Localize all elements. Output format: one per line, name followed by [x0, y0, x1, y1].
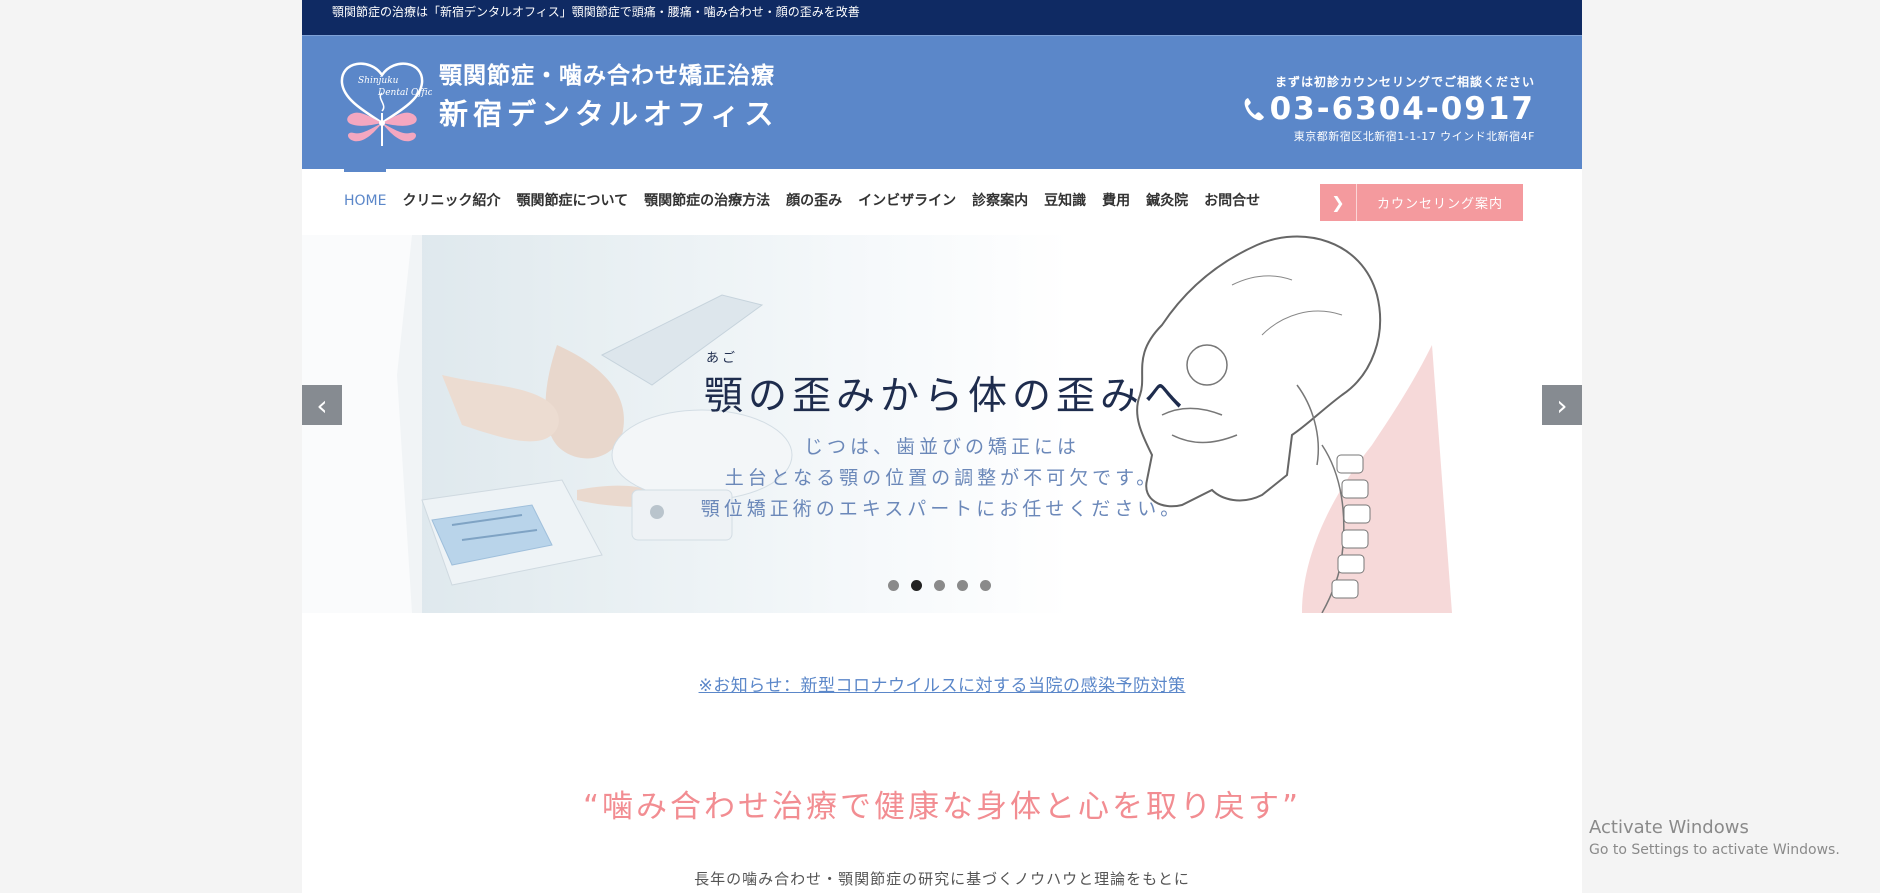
watermark-title: Activate Windows: [1589, 817, 1749, 838]
intro-line: 長年の噛み合わせ・顎関節症の研究に基づくノウハウと理論をもとに: [694, 870, 1190, 888]
main-nav: HOME クリニック紹介 顎関節症について 顎関節症の治療方法 顔の歪み インビ…: [302, 169, 1582, 233]
logo-text[interactable]: 顎関節症・噛み合わせ矯正治療 新宿デンタルオフィス: [439, 62, 778, 134]
slide-ruby: あご: [706, 351, 739, 366]
nav-item-consultation-info[interactable]: 診察案内: [972, 169, 1028, 233]
nav-item-clinic[interactable]: クリニック紹介: [402, 169, 500, 233]
intro-text: 長年の噛み合わせ・顎関節症の研究に基づくノウハウと理論をもとに: [302, 866, 1582, 892]
page: 顎関節症の治療は「新宿デンタルオフィス」顎関節症で頭痛・腰痛・噛み合わせ・顔の歪…: [302, 0, 1582, 893]
phone-number-text: 03-6304-0917: [1269, 91, 1535, 127]
slider-prev-button[interactable]: ‹: [302, 385, 342, 425]
logo-script-line2: Dental Office: [377, 88, 432, 98]
logo-heart-icon[interactable]: Shinjuku Dental Office: [332, 53, 432, 148]
windows-activation-watermark: Activate Windows Go to Settings to activ…: [1589, 817, 1840, 858]
slider-dot-4[interactable]: [957, 580, 968, 591]
hero-slider: あご 顎の歪みから体の歪みへ じつは、歯並びの矯正には 土台となる顎の位置の調整…: [302, 235, 1582, 613]
slide-title: 顎の歪みから体の歪みへ: [704, 374, 1189, 419]
contact-lead: まずは初診カウンセリングでご相談ください: [1274, 75, 1535, 89]
slide-body-line: 顎位矯正術のエキスパートにお任せください。: [700, 498, 1184, 520]
slide-body-line: じつは、歯並びの矯正には: [803, 436, 1080, 458]
chevron-left-icon: ‹: [316, 388, 328, 422]
slide-background-illustration: [302, 235, 1452, 613]
slide-body-line: 土台となる顎の位置の調整が不可欠です。: [724, 467, 1160, 489]
phone-icon: [1244, 98, 1264, 121]
slider-next-button[interactable]: ›: [1542, 385, 1582, 425]
chevron-right-icon: ›: [1556, 388, 1568, 422]
nav-item-treatment[interactable]: 顎関節症の治療方法: [644, 169, 770, 233]
phone-number[interactable]: 03-6304-0917: [1243, 90, 1535, 128]
nav-item-about-tmj[interactable]: 顎関節症について: [516, 169, 628, 233]
top-info-text: 顎関節症の治療は「新宿デンタルオフィス」顎関節症で頭痛・腰痛・噛み合わせ・顔の歪…: [332, 5, 860, 19]
nav-item-fees[interactable]: 費用: [1102, 169, 1130, 233]
nav-item-contact[interactable]: お問合せ: [1204, 169, 1260, 233]
contact-block: まずは初診カウンセリングでご相談ください 03-6304-0917 東京都新宿区…: [1243, 73, 1535, 144]
logo-title: 新宿デンタルオフィス: [439, 97, 779, 131]
nav-item-invisalign[interactable]: インビザライン: [858, 169, 956, 233]
nav-item-acupuncture[interactable]: 鍼灸院: [1146, 169, 1188, 233]
top-info-bar: 顎関節症の治療は「新宿デンタルオフィス」顎関節症で頭痛・腰痛・噛み合わせ・顔の歪…: [302, 0, 1582, 35]
logo-subtitle: 顎関節症・噛み合わせ矯正治療: [439, 63, 775, 89]
address: 東京都新宿区北新宿1-1-17 ウインド北新宿4F: [1293, 130, 1535, 143]
counseling-button[interactable]: ❯ カウンセリング案内: [1320, 184, 1523, 221]
notice: ※お知らせ：新型コロナウイルスに対する当院の感染予防対策: [302, 671, 1582, 696]
chevron-right-icon: ❯: [1320, 184, 1357, 221]
nav-item-tips[interactable]: 豆知識: [1044, 169, 1086, 233]
slider-dot-5[interactable]: [980, 580, 991, 591]
slider-dot-1[interactable]: [888, 580, 899, 591]
nav-item-home[interactable]: HOME: [344, 169, 387, 233]
site-header: Shinjuku Dental Office 顎関節症・噛み合わせ矯正治療 新宿…: [302, 35, 1582, 169]
nav-item-face-distortion[interactable]: 顔の歪み: [786, 169, 842, 233]
section-headline: “噛み合わせ治療で健康な身体と心を取り戻す”: [582, 789, 1302, 825]
counseling-button-label: カウンセリング案内: [1376, 197, 1503, 212]
slider-dot-3[interactable]: [934, 580, 945, 591]
covid-notice-link[interactable]: ※お知らせ：新型コロナウイルスに対する当院の感染予防対策: [699, 676, 1186, 696]
slider-dot-2[interactable]: [911, 580, 922, 591]
slide-body: じつは、歯並びの矯正には 土台となる顎の位置の調整が不可欠です。 顎位矯正術のエ…: [302, 432, 1582, 525]
logo-script-line1: Shinjuku: [358, 76, 399, 86]
watermark-subtitle: Go to Settings to activate Windows.: [1589, 842, 1840, 858]
slider-pagination: [888, 580, 1003, 591]
